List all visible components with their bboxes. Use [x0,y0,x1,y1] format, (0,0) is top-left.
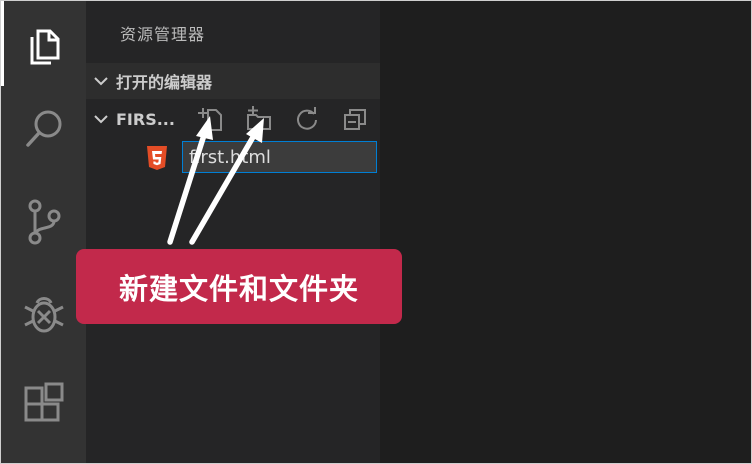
files-icon [30,29,60,64]
source-control-tab[interactable] [1,179,86,264]
explorer-tab[interactable] [1,1,86,86]
debug-tab[interactable] [1,271,86,356]
search-tab[interactable] [1,86,86,171]
new-folder-icon [247,106,271,130]
folder-section[interactable]: FIRS... [86,101,380,137]
annotation-callout: 新建文件和文件夹 [76,249,402,324]
new-file-button[interactable] [196,105,226,133]
extensions-icon [24,382,63,421]
new-folder-button[interactable] [244,105,274,133]
sidebar-title: 资源管理器 [120,25,206,44]
new-file-name-input[interactable] [182,141,377,173]
explorer-sidebar: 资源管理器 打开的编辑器 FIRS... [86,1,380,463]
vscode-window: 资源管理器 打开的编辑器 FIRS... [0,0,752,464]
collapse-all-icon [344,109,366,130]
collapse-all-button[interactable] [340,105,370,133]
chevron-down-icon [94,112,108,126]
activity-bar [1,1,86,463]
search-icon [25,110,61,147]
editor-area [380,1,751,463]
open-editors-label: 打开的编辑器 [116,73,213,92]
chevron-down-icon [94,74,108,88]
open-editors-section[interactable]: 打开的编辑器 [86,63,380,99]
source-control-icon [28,199,60,244]
extensions-tab[interactable] [1,361,86,446]
refresh-icon [297,107,317,130]
html5-icon [147,146,167,170]
new-file-icon [198,108,222,131]
debug-icon [23,296,64,332]
folder-label: FIRS... [116,109,175,129]
new-file-row [86,139,380,177]
refresh-button[interactable] [292,105,322,133]
